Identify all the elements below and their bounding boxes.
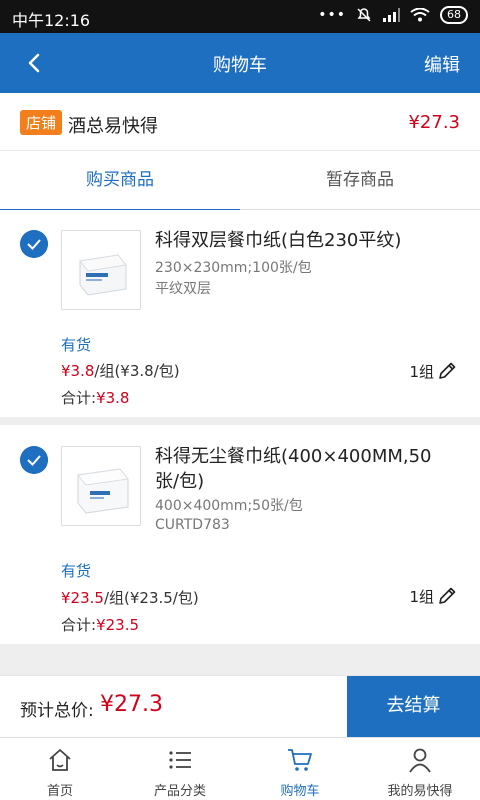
product-name[interactable]: 科得双层餐巾纸(白色230平纹): [155, 228, 452, 253]
product-spec: 230×230mm;100张/包: [155, 260, 312, 276]
battery-icon: 68: [440, 6, 468, 24]
product-code: CURTD783: [155, 517, 230, 533]
list-icon: [169, 751, 191, 769]
price-value: ¥23.5: [61, 589, 104, 607]
price-value: ¥3.8: [61, 362, 95, 380]
total-label: 预计总价:: [20, 701, 94, 721]
nav-home-label: 首页: [46, 784, 73, 799]
subtotal-label: 合计:: [61, 389, 97, 407]
shop-tag: 店铺: [20, 110, 63, 135]
product-spec: 400×400mm;50张/包: [155, 498, 303, 514]
cart-item: 科得双层餐巾纸(白色230平纹) 230×230mm;100张/包 平纹双层 有…: [0, 210, 480, 417]
status-bar: 中午12:16 ••• 68: [0, 0, 480, 33]
item-subtotal: 合计:¥23.5: [61, 614, 139, 635]
status-icons: ••• 68: [318, 6, 468, 24]
item-checkbox[interactable]: [20, 230, 48, 258]
item-price: ¥23.5/组(¥23.5/包): [61, 587, 199, 608]
edit-pencil-icon[interactable]: [436, 585, 458, 607]
wifi-icon: [410, 8, 430, 22]
cart-icon: [288, 749, 312, 771]
status-time: 中午12:16: [12, 11, 91, 30]
quantity-value: 1组: [409, 587, 434, 606]
item-price: ¥3.8/组(¥3.8/包): [61, 360, 180, 381]
napkin-package-image: [79, 254, 127, 296]
edit-button[interactable]: 编辑: [424, 51, 460, 77]
quantity-control[interactable]: 1组: [409, 360, 458, 382]
subtotal-label: 合计:: [61, 616, 97, 634]
nav-categories-label: 产品分类: [153, 784, 206, 799]
stock-status: 有货: [61, 562, 92, 580]
more-dots-icon: •••: [318, 7, 346, 23]
shop-row[interactable]: 店铺 酒总易快得 ¥27.3: [0, 93, 480, 151]
home-icon: [49, 749, 71, 771]
nav-cart-label: 购物车: [280, 784, 320, 799]
checkout-bar: 预计总价: ¥27.3 去结算: [0, 675, 480, 738]
item-checkbox[interactable]: [20, 446, 48, 474]
unit-price: /组(¥3.8/包): [94, 362, 180, 380]
mute-bell-icon: [357, 8, 371, 22]
signal-icon: [383, 8, 400, 22]
product-image[interactable]: [61, 230, 141, 310]
shop-total: ¥27.3: [408, 112, 460, 133]
checkout-button[interactable]: 去结算: [347, 676, 480, 738]
quantity-control[interactable]: 1组: [409, 585, 458, 607]
nav-profile[interactable]: 我的易快得: [360, 738, 480, 800]
stock-status: 有货: [61, 336, 92, 354]
total-amount: ¥27.3: [100, 692, 163, 717]
shop-name: 酒总易快得: [68, 116, 158, 137]
napkin-package-image: [77, 468, 129, 514]
user-icon: [409, 748, 431, 773]
nav-profile-label: 我的易快得: [387, 784, 453, 799]
product-name[interactable]: 科得无尘餐巾纸(400×400MM,50张/包): [155, 444, 452, 494]
subtotal-value: ¥3.8: [96, 389, 130, 407]
edit-pencil-icon[interactable]: [436, 360, 458, 382]
tab-buy[interactable]: 购买商品: [0, 151, 240, 211]
page-title: 购物车: [213, 55, 267, 76]
cart-tabs: 购买商品 暂存商品: [0, 151, 480, 211]
header-bar: 购物车 编辑: [0, 33, 480, 93]
nav-categories[interactable]: 产品分类: [120, 738, 240, 800]
bottom-nav: 首页 产品分类 购物车 我的易快得: [0, 737, 480, 800]
product-variant: 平纹双层: [155, 281, 211, 297]
product-image[interactable]: [61, 446, 141, 526]
unit-price: /组(¥23.5/包): [103, 589, 199, 607]
cart-item: 科得无尘餐巾纸(400×400MM,50张/包) 400×400mm;50张/包…: [0, 425, 480, 644]
nav-home[interactable]: 首页: [0, 738, 120, 800]
nav-cart[interactable]: 购物车: [240, 738, 360, 800]
tab-saved[interactable]: 暂存商品: [240, 151, 480, 210]
item-subtotal: 合计:¥3.8: [61, 387, 129, 408]
quantity-value: 1组: [409, 362, 434, 381]
subtotal-value: ¥23.5: [96, 616, 140, 634]
